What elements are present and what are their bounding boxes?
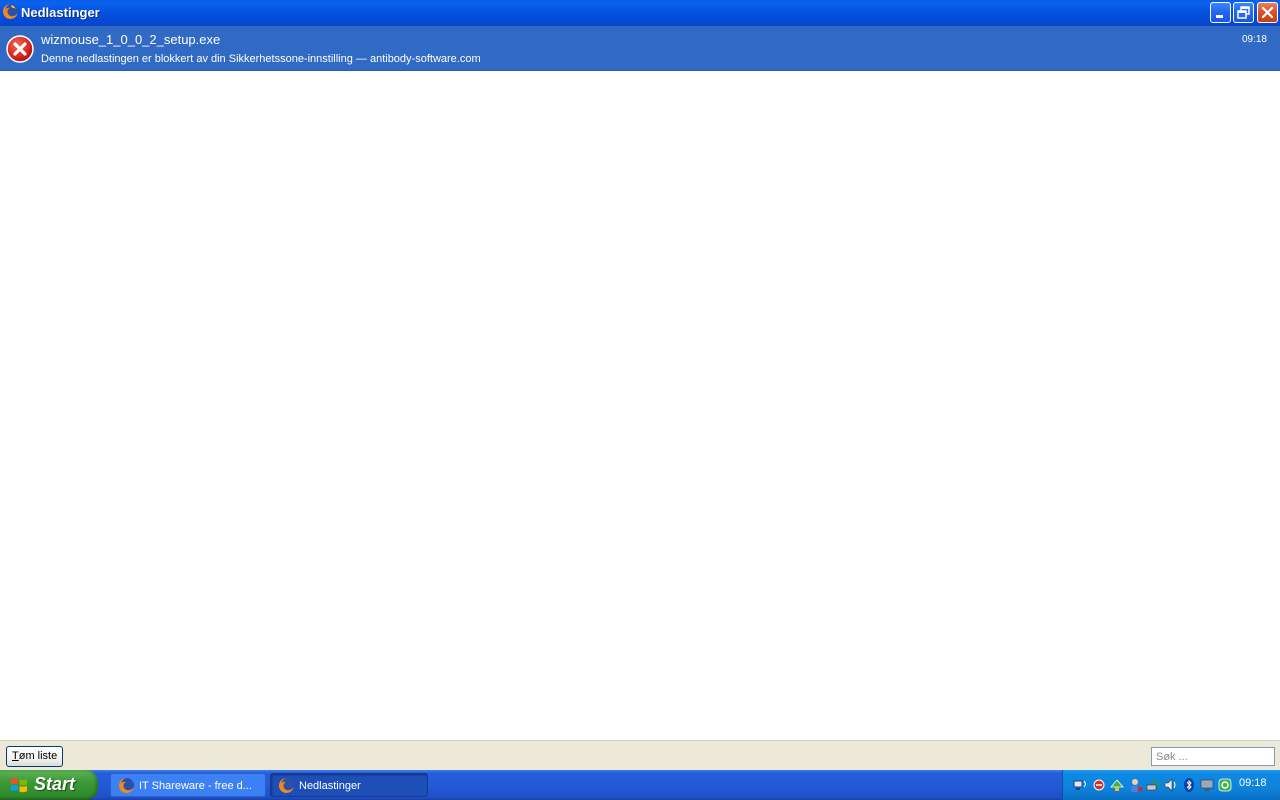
antivirus-icon[interactable]: [1091, 777, 1107, 793]
start-label: Start: [34, 774, 76, 794]
taskbar-item-nedlastinger[interactable]: Nedlastinger: [270, 773, 428, 797]
system-tray: 09:18: [1062, 770, 1280, 800]
title-bar[interactable]: Nedlastinger: [0, 0, 1280, 26]
bluetooth-icon[interactable]: [1181, 777, 1197, 793]
firefox-icon: [118, 777, 134, 793]
taskbar-item-it-shareware[interactable]: IT Shareware - free d...: [110, 773, 266, 797]
restore-icon: [1237, 6, 1250, 19]
clear-list-label: øm liste: [18, 750, 58, 762]
windows-logo-icon: [11, 778, 27, 793]
firefox-icon: [278, 777, 294, 793]
close-button[interactable]: [1257, 2, 1278, 23]
download-filename: wizmouse_1_0_0_2_setup.exe: [41, 32, 221, 47]
taskbar-item-label: Nedlastinger: [299, 780, 361, 792]
firefox-icon: [2, 3, 18, 19]
display-icon[interactable]: [1199, 777, 1215, 793]
user-icon[interactable]: [1127, 777, 1143, 793]
bottom-bar: Tøm liste: [0, 740, 1280, 770]
download-time: 09:18: [1241, 34, 1267, 45]
clock[interactable]: 09:18: [1239, 777, 1267, 789]
taskbar: Start IT Shareware - free d... Nedlastin…: [0, 770, 1280, 800]
download-item[interactable]: wizmouse_1_0_0_2_setup.exe Denne nedlast…: [0, 26, 1280, 71]
restore-button[interactable]: [1233, 2, 1254, 23]
minimize-button[interactable]: [1210, 2, 1231, 23]
sync-icon[interactable]: [1217, 777, 1233, 793]
close-icon: [1261, 6, 1274, 19]
error-icon: [6, 35, 34, 63]
window-title: Nedlastinger: [21, 5, 100, 20]
taskbar-item-label: IT Shareware - free d...: [139, 780, 252, 792]
volume-icon[interactable]: [1163, 777, 1179, 793]
update-icon[interactable]: [1109, 777, 1125, 793]
network-icon[interactable]: [1073, 777, 1089, 793]
clear-list-accel: T: [12, 750, 19, 762]
start-button[interactable]: Start: [0, 770, 98, 800]
safely-remove-icon[interactable]: [1145, 777, 1161, 793]
clear-list-button[interactable]: Tøm liste: [6, 746, 64, 767]
download-status: Denne nedlastingen er blokkert av din Si…: [41, 53, 481, 65]
download-list[interactable]: wizmouse_1_0_0_2_setup.exe Denne nedlast…: [0, 26, 1280, 740]
search-input[interactable]: [1151, 747, 1275, 766]
minimize-icon: [1216, 15, 1223, 18]
